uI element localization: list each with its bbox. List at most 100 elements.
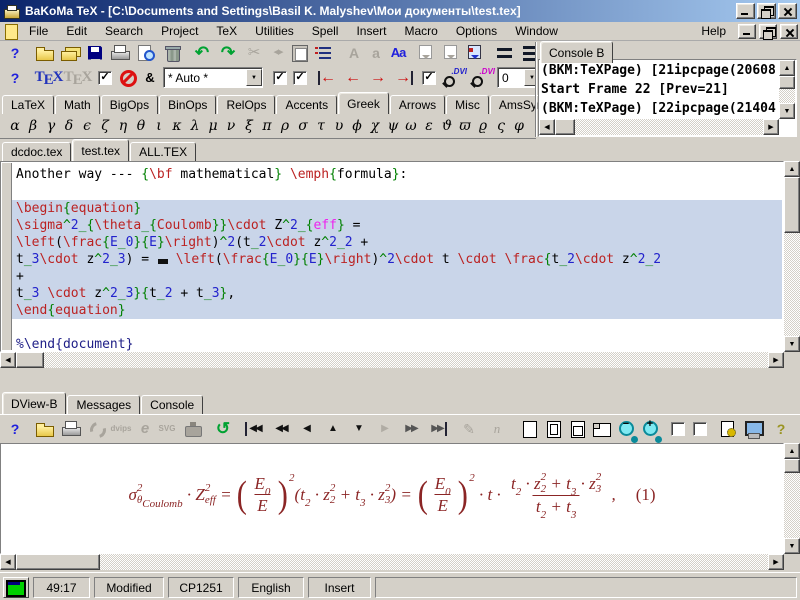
symbol-tab-binops[interactable]: BinOps xyxy=(159,95,216,114)
greek-letter[interactable]: χ xyxy=(366,118,384,134)
next-page-icon[interactable]: ▶ xyxy=(374,418,396,440)
view-option-2-checkbox[interactable] xyxy=(693,422,707,436)
paste-icon[interactable] xyxy=(289,42,311,64)
export-svg-icon[interactable]: SVG xyxy=(156,418,178,440)
restore-button[interactable] xyxy=(757,3,776,19)
refresh-icon[interactable]: ↺ xyxy=(212,418,234,440)
greek-letter[interactable]: ϵ xyxy=(78,118,96,134)
cut-icon[interactable]: ✂ xyxy=(243,42,265,64)
menu-search[interactable]: Search xyxy=(96,22,152,40)
menu-utilities[interactable]: Utilities xyxy=(246,22,303,40)
menu-tex[interactable]: TeX xyxy=(207,22,246,40)
first-error-icon[interactable]: ← xyxy=(317,67,339,89)
greek-letter[interactable]: π xyxy=(258,118,276,134)
redo-icon[interactable]: ↷ xyxy=(217,42,239,64)
greek-letter[interactable]: τ xyxy=(312,118,330,134)
minimize-button[interactable] xyxy=(736,3,755,19)
sort-icon[interactable] xyxy=(313,42,335,64)
dropdown-arrow-icon[interactable]: ▼ xyxy=(246,69,262,86)
scroll-right-icon[interactable]: ▶ xyxy=(768,554,784,570)
symbol-tab-bigops[interactable]: BigOps xyxy=(101,95,158,114)
zoom-in-icon[interactable] xyxy=(639,418,661,440)
menu-options[interactable]: Options xyxy=(447,22,506,40)
scroll-left-icon[interactable]: ◀ xyxy=(539,119,555,135)
greek-letter[interactable]: η xyxy=(114,118,132,134)
menu-project[interactable]: Project xyxy=(152,22,207,40)
join-lines-icon[interactable]: ◂▸ xyxy=(267,42,289,64)
scroll-thumb[interactable] xyxy=(784,459,800,473)
scroll-up-icon[interactable]: ▲ xyxy=(779,60,795,76)
symbol-tab-accents[interactable]: Accents xyxy=(276,95,337,114)
open-project-icon[interactable] xyxy=(59,42,81,64)
print-icon[interactable] xyxy=(60,418,82,440)
symbol-tab-misc[interactable]: Misc xyxy=(446,95,489,114)
export-web-icon[interactable]: e xyxy=(134,418,156,440)
greek-letter[interactable]: ς xyxy=(492,118,510,134)
page-down-icon[interactable]: ▼ xyxy=(348,418,370,440)
greek-letter[interactable]: ζ xyxy=(96,118,114,134)
menu-window[interactable]: Window xyxy=(506,22,567,40)
scroll-down-icon[interactable]: ▼ xyxy=(779,103,795,119)
scroll-thumb[interactable] xyxy=(16,352,44,368)
export-text-icon[interactable] xyxy=(415,42,437,64)
greek-letter[interactable]: δ xyxy=(60,118,78,134)
menu-spell[interactable]: Spell xyxy=(303,22,348,40)
ampersand-icon[interactable]: & xyxy=(139,67,161,89)
justify-paragraph-icon[interactable] xyxy=(494,42,516,64)
mdi-minimize-button[interactable] xyxy=(738,24,756,39)
zoom-out-icon[interactable] xyxy=(615,418,637,440)
export-pdf-icon[interactable] xyxy=(86,418,108,440)
import-text-icon[interactable] xyxy=(464,42,486,64)
lowercase-icon[interactable]: a xyxy=(365,42,387,64)
prev-10-pages-icon[interactable]: ◀◀ xyxy=(270,418,292,440)
dvi-preview[interactable]: σ2θCoulomb · Z2eff = (E0E)2(t2 · z22 + t… xyxy=(0,443,784,554)
menu-insert[interactable]: Insert xyxy=(347,22,395,40)
scroll-up-icon[interactable]: ▲ xyxy=(784,161,800,177)
help-icon[interactable]: ? xyxy=(4,418,26,440)
about-icon[interactable]: ? xyxy=(770,418,792,440)
scroll-thumb[interactable] xyxy=(784,177,800,233)
help-icon[interactable]: ? xyxy=(4,42,26,64)
symbol-tab-relops[interactable]: RelOps xyxy=(217,95,275,114)
symbol-tab-greek[interactable]: Greek xyxy=(338,92,389,114)
scroll-down-icon[interactable]: ▼ xyxy=(784,336,800,352)
stop-compile-icon[interactable]: TEX xyxy=(65,67,91,89)
scroll-left-icon[interactable]: ◀ xyxy=(0,352,16,368)
format-select[interactable]: * Auto *▼ xyxy=(163,67,263,88)
greek-letter[interactable]: ϑ xyxy=(438,118,456,134)
export-dvips-icon[interactable]: dvips xyxy=(110,418,132,440)
scroll-thumb[interactable] xyxy=(779,76,795,89)
viewer-tab-messages[interactable]: Messages xyxy=(67,395,140,414)
page-outline2-icon[interactable] xyxy=(566,418,588,440)
file-tab-all-tex[interactable]: ALL.TEX xyxy=(130,142,196,161)
greek-letter[interactable]: α xyxy=(6,118,24,134)
file-tab-dcdoc-tex[interactable]: dcdoc.tex xyxy=(2,142,71,161)
delete-icon[interactable] xyxy=(161,42,183,64)
dvi-forward-search-icon[interactable]: .DVI xyxy=(441,67,467,89)
page-setup-icon[interactable] xyxy=(717,418,739,440)
greek-letter[interactable]: ω xyxy=(402,118,420,134)
greek-letter[interactable]: γ xyxy=(42,118,60,134)
last-page-icon[interactable]: ▶▶ xyxy=(426,418,448,440)
greek-letter[interactable]: ϖ xyxy=(456,118,474,134)
scroll-right-icon[interactable]: ▶ xyxy=(768,352,784,368)
greek-letter[interactable]: μ xyxy=(204,118,222,134)
menu-edit[interactable]: Edit xyxy=(57,22,96,40)
greek-letter[interactable]: φ xyxy=(510,118,528,134)
symbol-tab-latex[interactable]: LaTeX xyxy=(2,95,54,114)
menu-help[interactable]: Help xyxy=(692,22,735,40)
greek-letter[interactable]: κ xyxy=(168,118,186,134)
greek-letter[interactable]: λ xyxy=(186,118,204,134)
greek-letter[interactable]: β xyxy=(24,118,42,134)
save-icon[interactable] xyxy=(84,42,106,64)
next-10-pages-icon[interactable]: ▶▶ xyxy=(400,418,422,440)
greek-letter[interactable]: ξ xyxy=(240,118,258,134)
prev-error-icon[interactable]: ← xyxy=(342,67,364,89)
document-icon[interactable] xyxy=(2,23,20,40)
mdi-close-button[interactable] xyxy=(780,24,798,39)
print-screen-icon[interactable] xyxy=(182,418,204,440)
editor-hscroll[interactable]: ◀▶ xyxy=(0,352,784,368)
editor-vscroll[interactable]: ▲▼ xyxy=(784,161,800,352)
page-outline-icon[interactable] xyxy=(542,418,564,440)
preview-vscroll[interactable]: ▲▼ xyxy=(784,443,800,554)
